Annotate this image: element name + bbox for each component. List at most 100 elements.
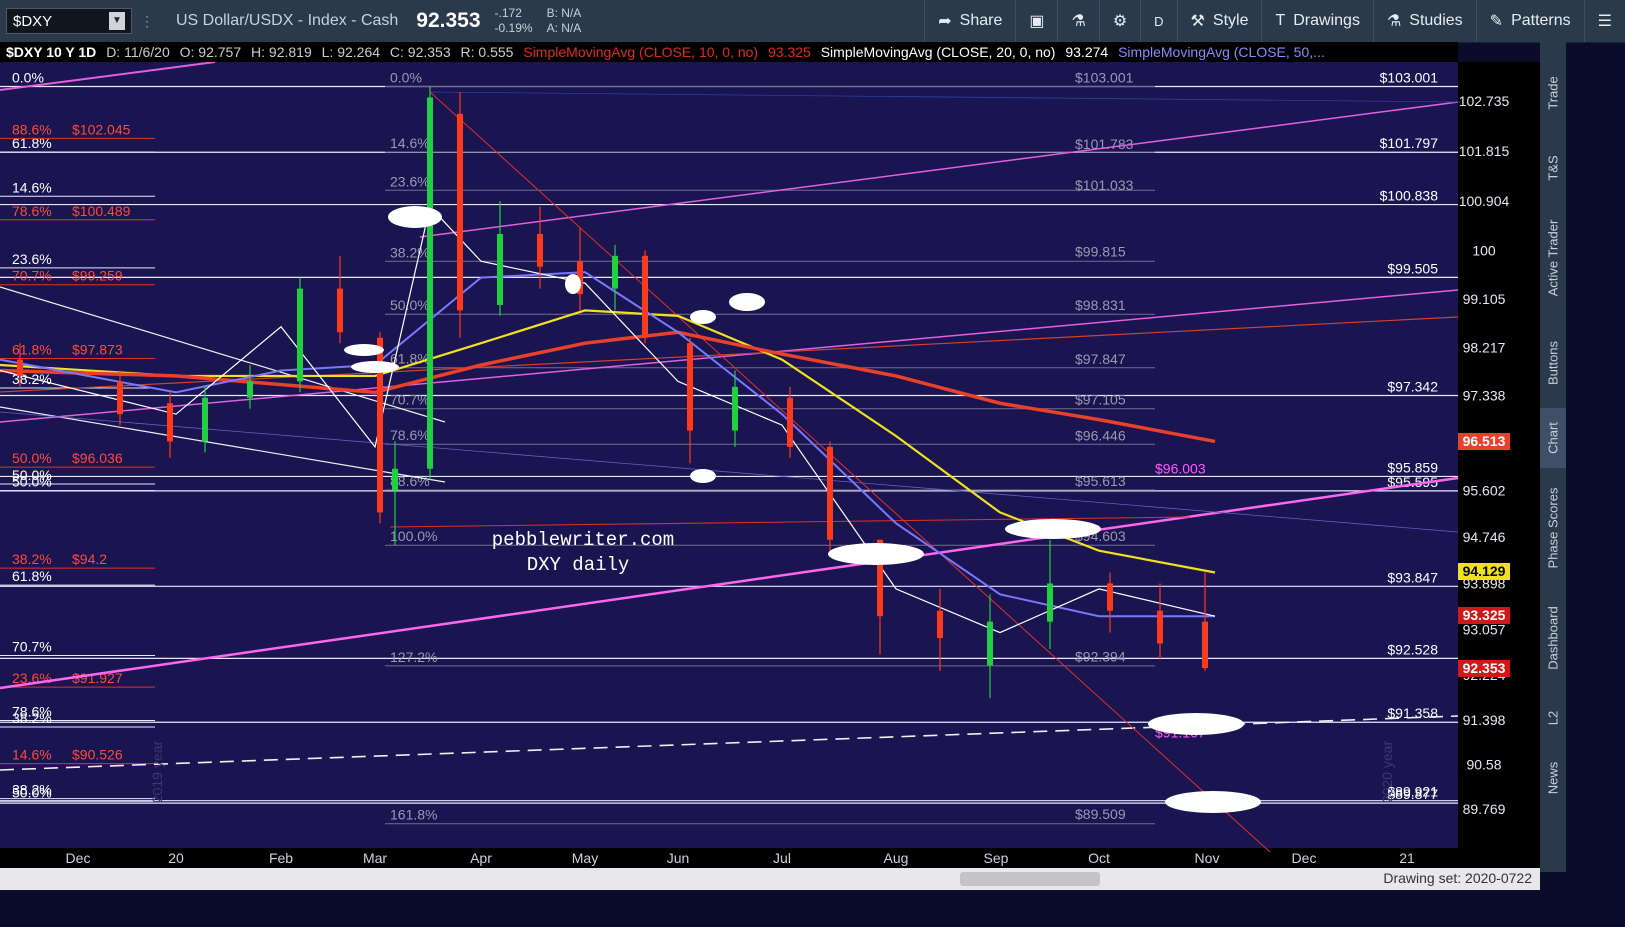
marker-ellipse	[1005, 519, 1101, 539]
fib-right-label: $103.001	[1075, 69, 1134, 85]
candle-body	[937, 610, 943, 639]
side-tab-phase-scores[interactable]: Phase Scores	[1540, 468, 1566, 588]
fib-left-label: 50.0%	[12, 474, 52, 490]
studies-button[interactable]: ⚗ Studies	[1372, 0, 1476, 42]
x-tick-label: Feb	[269, 850, 293, 866]
style-button[interactable]: ⚒ Style	[1176, 0, 1262, 42]
side-tab-l2[interactable]: L2	[1540, 688, 1566, 748]
candle-body	[247, 381, 253, 398]
side-tab-label: Buttons	[1545, 340, 1561, 386]
side-tab-news[interactable]: News	[1540, 748, 1566, 808]
side-tab-active-trader[interactable]: Active Trader	[1540, 198, 1566, 318]
fib-red-price: $90.526	[72, 747, 123, 763]
share-button[interactable]: ➦ Share	[924, 0, 1015, 42]
fib-right-label: $98.831	[1075, 297, 1126, 313]
x-tick-label: Dec	[66, 850, 91, 866]
sma50-label[interactable]: SimpleMovingAvg (CLOSE, 50,...	[1118, 44, 1325, 60]
price-tag: 94.129	[1458, 562, 1510, 580]
menu-button[interactable]: ☰	[1583, 0, 1625, 42]
side-tab-label: T&S	[1545, 155, 1561, 181]
price-tag: 96.513	[1458, 432, 1510, 450]
share-icon: ➦	[938, 13, 952, 30]
candle-body	[1202, 621, 1208, 669]
info-date: D: 11/6/20	[106, 44, 170, 60]
y-tick-label: 100.904	[1459, 193, 1510, 209]
symbol-description: US Dollar/USDX - Index - Cash	[176, 12, 399, 29]
sma10-label[interactable]: SimpleMovingAvg (CLOSE, 10, 0, no)	[523, 44, 758, 60]
sma10-value: 93.325	[768, 44, 811, 60]
side-tab-label: Dashboard	[1545, 606, 1561, 670]
side-tab-t-s[interactable]: T&S	[1540, 138, 1566, 198]
symbol-value: $DXY	[13, 12, 53, 30]
x-tick-label: 21	[1399, 850, 1415, 866]
style-icon: ⚒	[1190, 13, 1205, 30]
studies-label: Studies	[1409, 12, 1463, 29]
fib-right-label: $101.033	[1075, 177, 1134, 193]
fib-right-label: $96.446	[1075, 427, 1126, 443]
y-tick-label: 93.057	[1463, 621, 1506, 637]
snapshot-button[interactable]: ▣	[1015, 0, 1057, 42]
patterns-label: Patterns	[1511, 12, 1571, 29]
level-label: $97.342	[1387, 378, 1438, 394]
x-tick-label: May	[572, 850, 598, 866]
side-tab-label: Trade	[1545, 76, 1561, 110]
fib-red-price: $100.489	[72, 203, 131, 219]
aggregation-button[interactable]: D	[1140, 0, 1176, 42]
fib-right-label: $92.394	[1075, 649, 1126, 665]
flask-icon: ⚗	[1071, 13, 1086, 30]
price-chart[interactable]: Dec 20 Feb Mar Apr May Jun Jul Aug Sep Oct Nov Dec 21…	[0, 62, 1540, 868]
x-tick-label: Jun	[667, 850, 690, 866]
fib-mid-label: 161.8%	[390, 807, 437, 823]
chart-scrollbar[interactable]	[960, 872, 1100, 886]
candle-body	[17, 359, 23, 376]
top-toolbar: $DXY ▼ ⋮ US Dollar/USDX - Index - Cash 9…	[0, 0, 1625, 43]
lab-button[interactable]: ⚗	[1057, 0, 1098, 42]
side-tab-label: Chart	[1545, 422, 1561, 454]
patterns-button[interactable]: ✎ Patterns	[1475, 0, 1584, 42]
level-label: $100.838	[1380, 188, 1439, 204]
settings-button[interactable]: ⚙	[1098, 0, 1140, 42]
x-tick-label: Nov	[1195, 850, 1220, 866]
fib-right-label: $95.613	[1075, 473, 1126, 489]
fib-red-price: $96.036	[72, 450, 123, 466]
candle-body	[537, 233, 543, 267]
candle-body	[297, 288, 303, 382]
fib-left-label: 70.7%	[12, 639, 52, 655]
side-tab-buttons[interactable]: Buttons	[1540, 318, 1566, 408]
fib-red-label: 50.0%	[12, 450, 52, 466]
side-tab-dashboard[interactable]: Dashboard	[1540, 588, 1566, 688]
x-tick-label: 20	[168, 850, 184, 866]
drawings-button[interactable]: T Drawings	[1261, 0, 1372, 42]
level-label: $101.797	[1380, 135, 1439, 151]
gear-icon: ⚙	[1112, 13, 1128, 30]
side-tab-label: Phase Scores	[1545, 487, 1561, 569]
x-tick-label: Apr	[470, 850, 492, 866]
fib-mid-label: 70.7%	[390, 392, 430, 408]
fib-left-label: 23.6%	[12, 251, 52, 267]
side-tab-label: L2	[1545, 710, 1561, 726]
style-label: Style	[1212, 12, 1249, 29]
symbol-dropdown-icon[interactable]: ▼	[109, 12, 125, 30]
marker-ellipse	[729, 293, 765, 311]
camera-icon: ▣	[1029, 13, 1045, 30]
price-tag: 92.353	[1458, 659, 1510, 677]
side-tab-trade[interactable]: Trade	[1540, 48, 1566, 138]
watermark-line-1: pebblewriter.com	[492, 529, 674, 551]
sma20-label[interactable]: SimpleMovingAvg (CLOSE, 20, 0, no)	[821, 44, 1056, 60]
fib-red-label: 38.2%	[12, 551, 52, 567]
marker-ellipse	[690, 310, 716, 324]
fib-mid-label: 14.6%	[390, 135, 430, 151]
fib-left-label: 0.0%	[12, 70, 44, 86]
marker-ellipse	[388, 206, 442, 228]
y-tick-label: 91.398	[1463, 712, 1506, 728]
candle-body	[1107, 583, 1113, 611]
bid-value: B: N/A	[546, 6, 582, 20]
side-tab-chart[interactable]: Chart	[1540, 408, 1566, 468]
marker-ellipse	[828, 543, 924, 565]
fib-red-price: $97.873	[72, 341, 123, 357]
y-tick-label: 89.769	[1463, 801, 1506, 817]
fib-red-price: $99.259	[72, 268, 123, 284]
symbol-input[interactable]: $DXY ▼	[6, 8, 132, 34]
candle-body	[787, 397, 793, 447]
fib-mid-label: 0.0%	[390, 70, 422, 86]
